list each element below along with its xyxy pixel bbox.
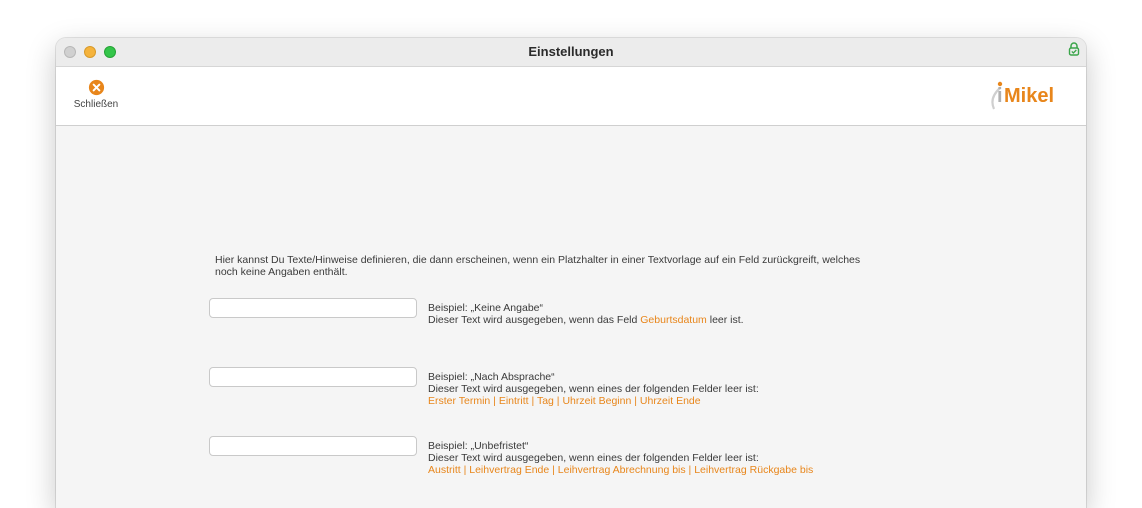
logo-name: Mikel	[1004, 85, 1054, 107]
placeholder-text-input-2[interactable]	[209, 367, 417, 387]
close-settings-button[interactable]: Schließen	[68, 79, 124, 110]
link-separator: |	[490, 395, 499, 407]
description-text-1: Dieser Text wird ausgegeben, wenn das Fe…	[428, 314, 641, 326]
window-title: Einstellungen	[528, 44, 614, 59]
imikel-logo: i Mikel	[991, 81, 1054, 110]
field-description-3: Beispiel: „Unbefristet“ Dieser Text wird…	[428, 440, 1028, 476]
field-link-uhrzeit-beginn[interactable]: Uhrzeit Beginn	[562, 395, 631, 407]
field-link-austritt[interactable]: Austritt	[428, 464, 461, 476]
example-label-2: Beispiel: „Nach Absprache“	[428, 371, 555, 383]
field-link-tag[interactable]: Tag	[537, 395, 554, 407]
lock-icon[interactable]	[1068, 42, 1080, 56]
settings-content: Hier kannst Du Texte/Hinweise definieren…	[56, 126, 1086, 508]
field-link-leihvertrag-rueckgabe-bis[interactable]: Leihvertrag Rückgabe bis	[694, 464, 813, 476]
field-links-3: Austritt | Leihvertrag Ende | Leihvertra…	[428, 464, 1028, 476]
field-description-2: Beispiel: „Nach Absprache“ Dieser Text w…	[428, 371, 1028, 407]
field-description-1: Beispiel: „Keine Angabe“ Dieser Text wir…	[428, 302, 1028, 326]
field-link-erster-termin[interactable]: Erster Termin	[428, 395, 490, 407]
placeholder-text-input-3[interactable]	[209, 436, 417, 456]
description-text-2: Dieser Text wird ausgegeben, wenn eines …	[428, 383, 759, 395]
field-link-geburtsdatum[interactable]: Geburtsdatum	[640, 314, 707, 326]
description-text-3: Dieser Text wird ausgegeben, wenn eines …	[428, 452, 759, 464]
intro-line-1: Hier kannst Du Texte/Hinweise definieren…	[215, 254, 861, 266]
example-label-1: Beispiel: „Keine Angabe“	[428, 302, 543, 314]
field-link-uhrzeit-ende[interactable]: Uhrzeit Ende	[640, 395, 701, 407]
link-separator: |	[528, 395, 537, 407]
field-links-2: Erster Termin | Eintritt | Tag | Uhrzeit…	[428, 395, 1028, 407]
link-separator: |	[549, 464, 558, 476]
example-label-3: Beispiel: „Unbefristet“	[428, 440, 529, 452]
logo-prefix: i	[997, 85, 1003, 107]
close-settings-label: Schließen	[73, 99, 119, 110]
description-suffix-1: leer ist.	[706, 314, 744, 326]
intro-line-2: noch keine Angaben enthält.	[215, 266, 348, 278]
field-link-leihvertrag-abrechnung-bis[interactable]: Leihvertrag Abrechnung bis	[558, 464, 686, 476]
field-link-eintritt[interactable]: Eintritt	[499, 395, 529, 407]
placeholder-text-input-1[interactable]	[209, 298, 417, 318]
intro-text: Hier kannst Du Texte/Hinweise definieren…	[215, 254, 935, 278]
description-line-1: Dieser Text wird ausgegeben, wenn das Fe…	[428, 314, 1028, 326]
field-link-leihvertrag-ende[interactable]: Leihvertrag Ende	[469, 464, 549, 476]
link-separator: |	[685, 464, 695, 476]
link-separator: |	[631, 395, 640, 407]
toolbar: Schließen i Mikel	[56, 67, 1086, 126]
settings-window: Einstellungen Schließen i Mikel Hier kan…	[56, 38, 1086, 508]
link-separator: |	[460, 464, 470, 476]
title-bar: Einstellungen	[56, 38, 1086, 67]
close-circle-icon	[88, 79, 104, 96]
